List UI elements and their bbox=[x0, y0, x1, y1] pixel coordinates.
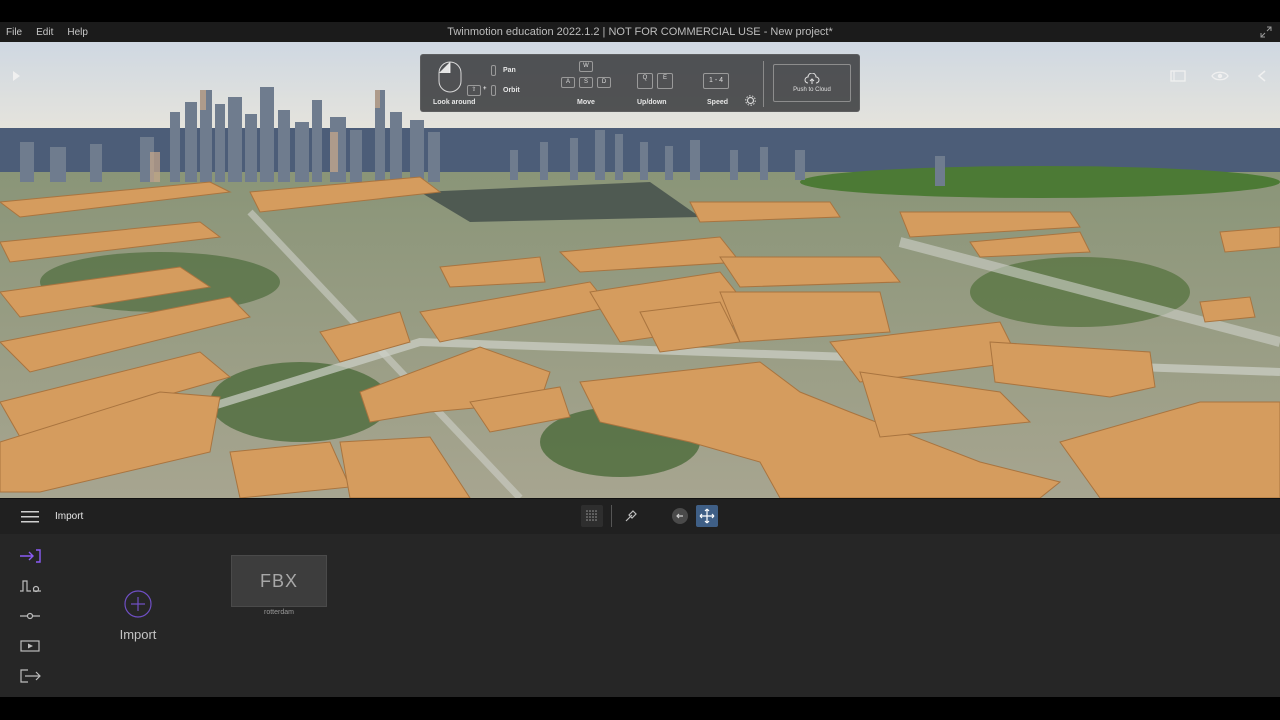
fbx-label: FBX bbox=[259, 570, 298, 591]
move-group: W A S D Move bbox=[559, 59, 619, 111]
s-key: S bbox=[579, 77, 593, 88]
collapse-right-panel-icon[interactable] bbox=[1252, 68, 1272, 84]
eyedropper-button[interactable] bbox=[620, 505, 642, 527]
fbx-file-name: rotterdam bbox=[264, 609, 294, 616]
aspect-ratio-icon[interactable] bbox=[1168, 68, 1188, 84]
window-title: Twinmotion education 2022.1.2 | NOT FOR … bbox=[447, 26, 833, 38]
d-key: D bbox=[597, 77, 611, 88]
w-key: W bbox=[579, 61, 593, 72]
updown-label: Up/down bbox=[637, 99, 667, 106]
import-panel: Import FBX rotterdam bbox=[0, 534, 1280, 697]
gear-icon[interactable] bbox=[745, 95, 756, 106]
arrow-left-icon bbox=[676, 513, 683, 519]
import-nav-icon[interactable] bbox=[18, 548, 42, 564]
letterbox-top bbox=[0, 0, 1280, 22]
cloud-upload-icon bbox=[804, 73, 820, 84]
pan-label: Pan bbox=[503, 67, 516, 74]
letterbox-bottom bbox=[0, 697, 1280, 720]
speed-group: 1 - 4 Speed bbox=[699, 59, 759, 111]
push-to-cloud-label: Push to Cloud bbox=[793, 87, 831, 93]
speed-keys: 1 - 4 bbox=[703, 73, 729, 89]
title-bar: File Edit Help Twinmotion education 2022… bbox=[0, 22, 1280, 42]
export-nav-icon[interactable] bbox=[18, 668, 42, 684]
side-nav bbox=[18, 548, 42, 684]
speed-label: Speed bbox=[707, 99, 729, 106]
dot-grid-icon bbox=[586, 510, 597, 521]
eyedropper-icon bbox=[625, 510, 637, 522]
updown-group: Q E Up/down bbox=[635, 59, 685, 111]
hamburger-menu-icon[interactable] bbox=[21, 511, 39, 523]
shift-key: ⇧ bbox=[467, 85, 481, 96]
orbit-label: Orbit bbox=[503, 87, 520, 94]
pan-orbit-group: Pan ⇧ + Orbit bbox=[467, 59, 547, 111]
menu-file[interactable]: File bbox=[6, 27, 22, 38]
fbx-file-tile[interactable]: FBX bbox=[231, 555, 327, 607]
menu-help[interactable]: Help bbox=[67, 27, 88, 38]
bottom-toolbar: Import bbox=[0, 498, 1280, 534]
menu-edit[interactable]: Edit bbox=[36, 27, 53, 38]
import-label: Import bbox=[119, 627, 157, 642]
pan-key bbox=[491, 65, 496, 76]
menu-bar: File Edit Help bbox=[0, 27, 88, 38]
settings-nav-icon[interactable] bbox=[18, 608, 42, 624]
grid-tool-button[interactable] bbox=[581, 505, 603, 527]
context-nav-icon[interactable] bbox=[18, 578, 42, 594]
expand-left-panel-icon[interactable] bbox=[10, 70, 22, 82]
a-key: A bbox=[561, 77, 575, 88]
e-key: E bbox=[657, 73, 673, 89]
toolbar-tools bbox=[581, 505, 718, 527]
navigation-hud: Look around Pan ⇧ + Orbit W A S D Move Q… bbox=[420, 54, 860, 112]
import-button[interactable]: Import bbox=[112, 590, 164, 642]
eye-icon[interactable] bbox=[1210, 68, 1230, 84]
move-arrows-icon bbox=[699, 508, 715, 524]
3d-viewport[interactable]: Look around Pan ⇧ + Orbit W A S D Move Q… bbox=[0, 42, 1280, 498]
push-to-cloud-button[interactable]: Push to Cloud bbox=[773, 64, 851, 102]
toolbar-title: Import bbox=[55, 511, 84, 522]
orbit-key bbox=[491, 85, 496, 96]
q-key: Q bbox=[637, 73, 653, 89]
media-nav-icon[interactable] bbox=[18, 638, 42, 654]
back-button[interactable] bbox=[672, 508, 688, 524]
move-tool-button[interactable] bbox=[696, 505, 718, 527]
hud-divider bbox=[763, 61, 764, 107]
toolbar-separator bbox=[611, 505, 612, 527]
plus-circle-icon bbox=[124, 590, 152, 618]
maximize-icon[interactable] bbox=[1260, 26, 1272, 38]
mouse-icon bbox=[438, 61, 462, 93]
move-label: Move bbox=[577, 99, 595, 106]
